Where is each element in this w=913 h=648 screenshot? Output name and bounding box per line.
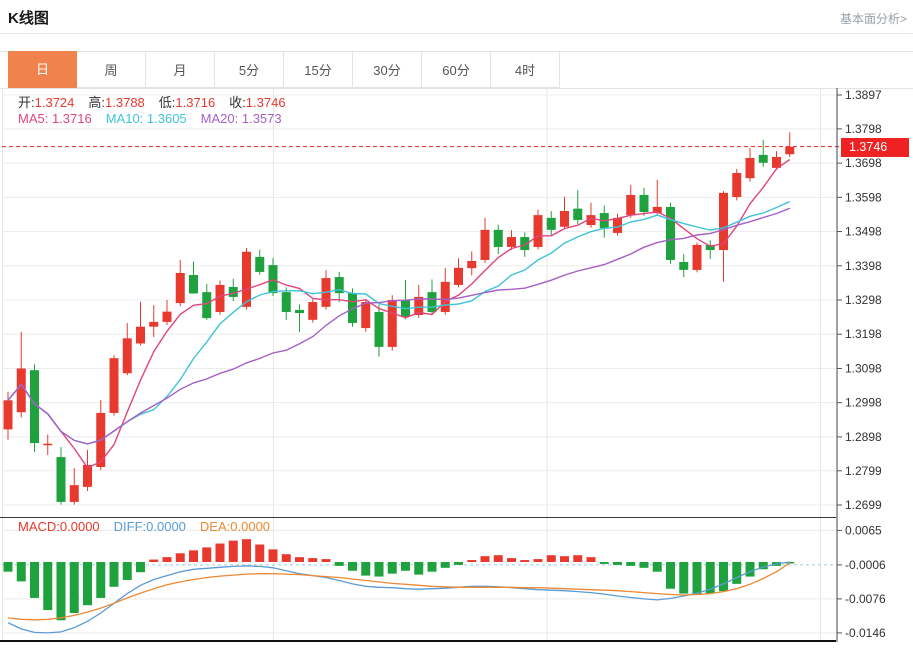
axis-tick-label: 1.2998 xyxy=(845,396,882,410)
legend-item: MA10: 1.3605 xyxy=(106,111,187,126)
current-price-tag: 1.3746 xyxy=(841,138,909,157)
legend-value: 1.3788 xyxy=(105,95,145,110)
legend-item: MACD:0.0000 xyxy=(18,519,100,534)
ma-line-ma5 xyxy=(8,160,790,468)
axis-tick-label: 1.3798 xyxy=(845,122,882,136)
legend-label: 开: xyxy=(18,92,35,111)
candlestick-series xyxy=(4,132,795,504)
axis-tick-label: 1.3298 xyxy=(845,293,882,307)
axis-tick-label: 0.0065 xyxy=(845,523,882,537)
kline-page: K线图 基本面分析> 日周月5分15分30分60分4时 1.38971.3798… xyxy=(0,0,913,648)
axis-tick-label: -0.0146 xyxy=(845,626,886,640)
legend-label: 高: xyxy=(88,92,105,111)
legend-item: DIFF:0.0000 xyxy=(114,519,186,534)
ma-legend: MA5: 1.3716 MA10: 1.3605 MA20: 1.3573 xyxy=(18,111,296,126)
axis-tick-label: 1.2898 xyxy=(845,430,882,444)
axis-tick-label: 1.3698 xyxy=(845,156,882,170)
axis-tick-label: 1.3198 xyxy=(845,327,882,341)
axis-tick-label: 1.3598 xyxy=(845,190,882,204)
axis-tick-label: 1.3897 xyxy=(845,88,882,102)
macd-histogram xyxy=(4,539,795,620)
legend-value: 1.3724 xyxy=(35,95,75,110)
axis-tick-label: 1.2799 xyxy=(845,464,882,478)
axis-tick-label: 1.3098 xyxy=(845,361,882,375)
axis-tick-label: 1.2699 xyxy=(845,498,882,512)
axis-tick-label: 1.3398 xyxy=(845,259,882,273)
grid-lines xyxy=(0,88,913,641)
legend-value: 1.3746 xyxy=(246,95,286,110)
legend-value: 1.3716 xyxy=(175,95,215,110)
legend-item: MA5: 1.3716 xyxy=(18,111,92,126)
axis-tick-label: 1.3498 xyxy=(845,225,882,239)
axis-tick-label: -0.0076 xyxy=(845,592,886,606)
legend-label: 收: xyxy=(229,92,246,111)
legend-item: MA20: 1.3573 xyxy=(201,111,282,126)
legend-item: DEA:0.0000 xyxy=(200,519,270,534)
legend-label: 低: xyxy=(159,92,176,111)
macd-legend: MACD:0.0000 DIFF:0.0000 DEA:0.0000 xyxy=(18,519,284,534)
ohlc-legend: 开:1.3724 高:1.3788 低:1.3716 收:1.3746 xyxy=(18,92,300,111)
axis-tick-label: -0.0006 xyxy=(845,558,886,572)
